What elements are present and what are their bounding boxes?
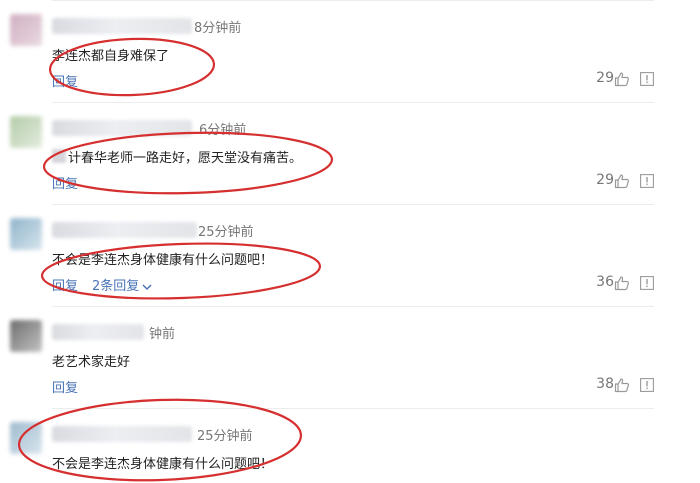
separator: [52, 306, 654, 307]
comment-time: 6分钟前: [199, 123, 247, 138]
username-blurred[interactable]: [52, 120, 192, 136]
avatar[interactable]: [10, 116, 42, 148]
comment-item: 25分钟前 不会是李连杰身体健康有什么问题吧！: [0, 408, 700, 483]
comment-text: 计春华老师一路走好，愿天堂没有痛苦。: [68, 151, 303, 166]
report-icon[interactable]: [640, 276, 654, 290]
comment-item: 6分钟前 计春华老师一路走好，愿天堂没有痛苦。 回复 29: [0, 102, 700, 204]
thumbs-up-icon[interactable]: [614, 377, 630, 393]
avatar[interactable]: [10, 320, 42, 352]
thumbs-up-icon[interactable]: [614, 71, 630, 87]
comment-text: 李连杰都自身难保了: [52, 49, 170, 64]
like-count: 29: [596, 172, 614, 188]
chevron-down-icon: [142, 283, 152, 290]
reply-link[interactable]: 回复: [52, 71, 78, 90]
comment-time: 钟前: [149, 327, 176, 342]
thumbs-up-icon[interactable]: [614, 173, 630, 189]
comment-time: 25分钟前: [198, 225, 254, 240]
username-blurred[interactable]: [52, 222, 197, 238]
avatar[interactable]: [10, 422, 42, 454]
separator: [52, 0, 654, 1]
comment-text: 不会是李连杰身体健康有什么问题吧！: [52, 457, 274, 472]
comment-time: 8分钟前: [194, 21, 242, 36]
like-count: 29: [596, 70, 614, 86]
like-count: 36: [596, 274, 614, 290]
reply-link[interactable]: 回复: [52, 377, 78, 396]
username-blurred[interactable]: [52, 324, 144, 340]
username-blurred[interactable]: [52, 426, 192, 442]
more-replies-label: 2条回复: [92, 279, 140, 294]
report-icon[interactable]: [640, 72, 654, 86]
comment-item: 25分钟前 不会是李连杰身体健康有什么问题吧！ 回复 2条回复 36: [0, 204, 700, 306]
comment-item: 8分钟前 李连杰都自身难保了 回复 29: [0, 0, 700, 102]
more-replies-link[interactable]: 2条回复: [92, 275, 152, 294]
like-count: 38: [596, 376, 614, 392]
avatar[interactable]: [10, 14, 42, 46]
comment-text: 老艺术家走好: [52, 355, 131, 370]
username-blurred[interactable]: [52, 18, 192, 34]
separator: [52, 204, 654, 205]
comment-text: 不会是李连杰身体健康有什么问题吧！: [52, 253, 274, 268]
blurred-fragment: [52, 149, 66, 163]
comment-item: 钟前 老艺术家走好 回复 38: [0, 306, 700, 408]
separator: [52, 102, 654, 103]
report-icon[interactable]: [640, 378, 654, 392]
reply-link[interactable]: 回复: [52, 275, 78, 294]
thumbs-up-icon[interactable]: [614, 275, 630, 291]
report-icon[interactable]: [640, 174, 654, 188]
reply-link[interactable]: 回复: [52, 173, 78, 192]
avatar[interactable]: [10, 218, 42, 250]
comment-time: 25分钟前: [197, 429, 253, 444]
separator: [52, 408, 654, 409]
